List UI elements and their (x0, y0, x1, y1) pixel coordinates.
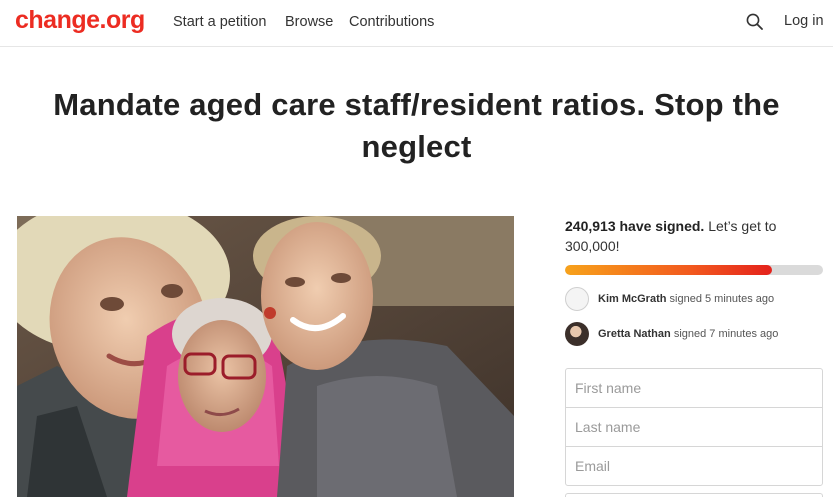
first-name-field[interactable] (565, 368, 823, 408)
avatar (565, 322, 589, 346)
signer-time: signed 5 minutes ago (669, 293, 775, 305)
petition-photo (17, 216, 514, 497)
signature-count-text: 240,913 have signed. Let’s get to 300,00… (565, 216, 815, 256)
nav-contributions[interactable]: Contributions (349, 14, 434, 30)
signer-name: Gretta Nathan (598, 328, 671, 340)
signature-count: 240,913 have signed. (565, 218, 705, 234)
last-name-field[interactable] (565, 407, 823, 447)
nav-browse[interactable]: Browse (285, 14, 333, 30)
top-navigation-bar: change.org Start a petition Browse Contr… (0, 0, 833, 47)
search-icon[interactable] (745, 12, 765, 32)
petition-title: Mandate aged care staff/resident ratios.… (53, 87, 780, 164)
nav-start-a-petition[interactable]: Start a petition (173, 14, 267, 30)
signature-progress-bar (565, 265, 823, 275)
recent-signer: Gretta Nathan signed 7 minutes ago (565, 322, 825, 346)
recent-signer: Kim McGrath signed 5 minutes ago (565, 287, 825, 311)
signature-progress-fill (565, 265, 773, 275)
signer-time: signed 7 minutes ago (673, 328, 779, 340)
signer-name: Kim McGrath (598, 293, 667, 305)
email-field[interactable] (565, 446, 823, 486)
login-link[interactable]: Log in (784, 13, 824, 29)
avatar (565, 287, 589, 311)
change-org-logo[interactable]: change.org (15, 6, 145, 35)
next-form-field[interactable] (565, 493, 823, 497)
